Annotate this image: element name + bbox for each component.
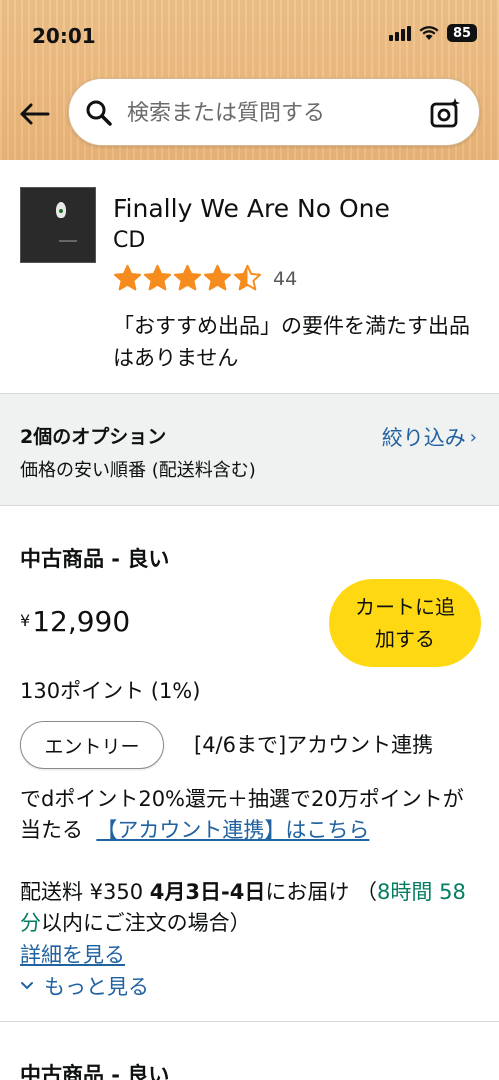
offer-price: ¥ 12,990 (20, 605, 130, 638)
product-format: CD (113, 228, 146, 253)
chevron-down-icon (21, 982, 33, 990)
show-more-link[interactable]: もっと見る (20, 971, 149, 1001)
promo-text: でdポイント20%還元＋抽選で20万ポイントが当たる 【アカウント連携】はこちら (20, 784, 480, 846)
star-rating[interactable]: 44 (113, 264, 297, 293)
filter-link-label: 絞り込み (381, 426, 466, 450)
stars-container (113, 264, 263, 293)
account-link[interactable]: 【アカウント連携】はこちら (96, 818, 369, 842)
wifi-icon (419, 26, 439, 40)
sort-order-label: 価格の安い順番 (配送料含む) (20, 460, 256, 481)
offer-condition: 中古商品 - 良い (20, 547, 170, 571)
options-count: 2個のオプション (20, 426, 167, 448)
offer-card-2: 中古商品 - 良い (0, 1023, 499, 1080)
search-bar[interactable] (68, 78, 480, 146)
options-bar: 2個のオプション 価格の安い順番 (配送料含む) 絞り込み › (0, 394, 499, 506)
details-link[interactable]: 詳細を見る (20, 939, 125, 969)
rating-count: 44 (273, 267, 298, 290)
filter-link[interactable]: 絞り込み › (382, 422, 477, 452)
star-icon (143, 264, 172, 291)
star-icon (113, 264, 142, 291)
cover-art-emblem (56, 202, 66, 218)
back-button[interactable] (16, 94, 52, 134)
points-info: 130ポイント (1%) (20, 679, 201, 703)
offer-card: 中古商品 - 良い ¥ 12,990 カートに追加する 130ポイント (1%)… (0, 507, 499, 1022)
star-icon (233, 264, 262, 291)
add-to-cart-button[interactable]: カートに追加する (329, 579, 481, 667)
search-icon (86, 100, 112, 126)
top-bar: 20:01 85 (0, 0, 499, 160)
status-time: 20:01 (32, 24, 96, 48)
cellular-signal-icon (389, 25, 411, 41)
star-icon (203, 264, 232, 291)
featured-offer-notice: 「おすすめ出品」の要件を満たす出品はありません (113, 314, 470, 370)
star-icon (173, 264, 202, 291)
delivery-fee: 配送料 ¥350 (20, 880, 150, 904)
currency-symbol: ¥ (20, 611, 31, 630)
search-input[interactable] (127, 93, 417, 133)
status-icons: 85 (389, 24, 477, 42)
battery-indicator: 85 (447, 24, 477, 42)
delivery-info: 配送料 ¥350 4月3日-4日にお届け （8時間 58 分以内にご注文の場合） (20, 877, 480, 939)
delivery-date: 4月3日-4日 (149, 880, 266, 904)
delivery-suffix: 以内にご注文の場合） (41, 911, 251, 935)
chevron-right-icon: › (469, 426, 477, 448)
entry-button[interactable]: エントリー (20, 721, 164, 769)
back-arrow-icon (20, 103, 50, 125)
product-title[interactable]: Finally We Are No One (113, 194, 390, 223)
promo-text-line1: [4/6まで]アカウント連携 (194, 733, 434, 757)
show-more-label: もっと見る (44, 975, 149, 999)
delivery-mid: にお届け （ (265, 880, 378, 904)
camera-search-icon[interactable] (427, 95, 463, 131)
product-header: Finally We Are No One CD 44 「おすすめ出品」の要件を… (0, 160, 499, 394)
price-amount: 12,990 (32, 605, 131, 638)
album-cover-thumbnail[interactable] (20, 187, 96, 263)
offer-condition-2: 中古商品 - 良い (20, 1063, 170, 1080)
